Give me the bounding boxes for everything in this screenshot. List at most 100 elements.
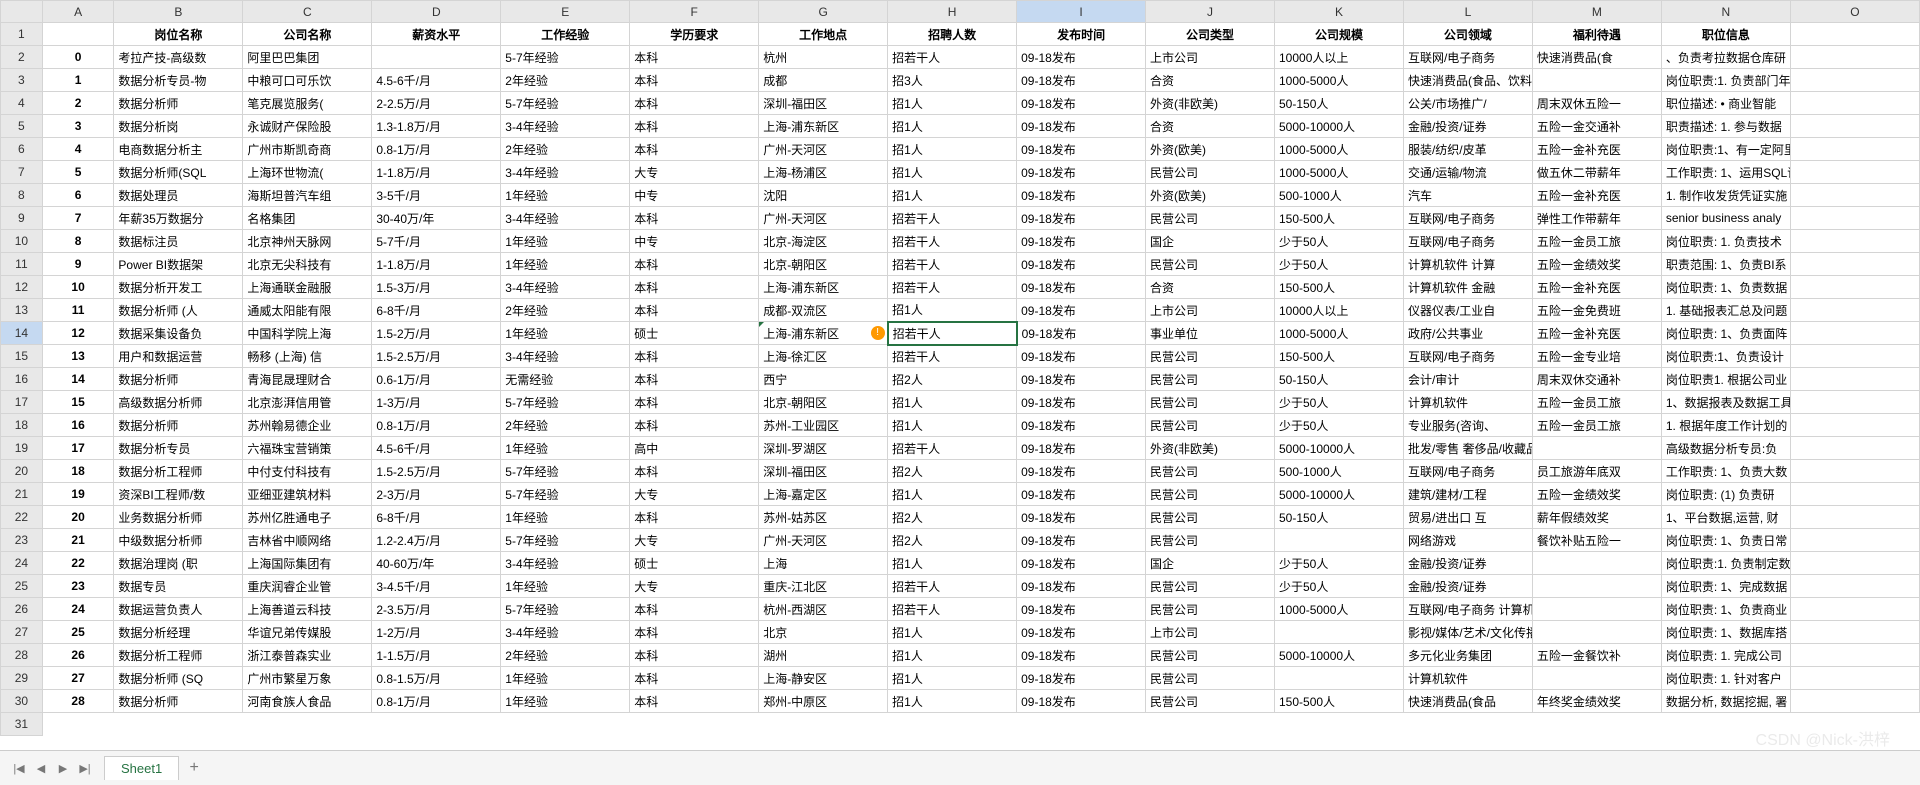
cell[interactable]: 网络游戏 <box>1403 529 1532 552</box>
cell[interactable]: 5-7年经验 <box>501 529 630 552</box>
cell[interactable]: 招2人 <box>888 506 1017 529</box>
cell[interactable]: 民营公司 <box>1146 414 1275 437</box>
cell[interactable]: 岗位职责: 1. 负责技术 <box>1661 230 1790 253</box>
cell[interactable]: 互联网/电子商务 计算机软件 <box>1403 598 1532 621</box>
cell[interactable]: 计算机软件 计算 <box>1403 253 1532 276</box>
cell[interactable]: 1. 制作收发货凭证实施 <box>1661 184 1790 207</box>
cell[interactable]: 5000-10000人 <box>1275 437 1404 460</box>
column-header-N[interactable]: N <box>1661 1 1790 23</box>
cell[interactable]: 2-3万/月 <box>372 483 501 506</box>
cell[interactable] <box>1790 69 1919 92</box>
cell[interactable]: 上市公司 <box>1146 46 1275 69</box>
cell[interactable]: 招1人 <box>888 690 1017 713</box>
cell[interactable]: 五险一金补充医 <box>1532 184 1661 207</box>
cell[interactable]: 成都-双流区 <box>759 299 888 322</box>
column-header-M[interactable]: M <box>1532 1 1661 23</box>
cell[interactable]: 事业单位 <box>1146 322 1275 345</box>
cell[interactable]: 1年经验 <box>501 575 630 598</box>
cell[interactable] <box>1790 506 1919 529</box>
cell[interactable]: 0.8-1万/月 <box>372 690 501 713</box>
cell[interactable]: 会计/审计 <box>1403 368 1532 391</box>
cell[interactable]: 招若干人 <box>888 437 1017 460</box>
cell[interactable]: 本科 <box>630 460 759 483</box>
cell[interactable]: 汽车 <box>1403 184 1532 207</box>
cell[interactable]: 5000-10000人 <box>1275 115 1404 138</box>
cell[interactable]: 周末双休五险一 <box>1532 92 1661 115</box>
cell[interactable] <box>1790 322 1919 345</box>
cell[interactable] <box>1532 621 1661 644</box>
cell[interactable] <box>1532 69 1661 92</box>
cell[interactable]: 30-40万/年 <box>372 207 501 230</box>
cell[interactable]: senior business analy <box>1661 207 1790 230</box>
cell[interactable]: 快速消费品(食品、饮料、化妆品 <box>1403 69 1532 92</box>
cell[interactable]: 数据分析师 <box>114 92 243 115</box>
header-cell[interactable] <box>1790 23 1919 46</box>
cell[interactable]: 合资 <box>1146 276 1275 299</box>
cell[interactable]: 1000-5000人 <box>1275 69 1404 92</box>
cell[interactable]: 2 <box>42 92 114 115</box>
column-header-A[interactable]: A <box>42 1 114 23</box>
cell[interactable]: 外资(欧美) <box>1146 138 1275 161</box>
cell[interactable]: 招1人 <box>888 621 1017 644</box>
cell[interactable]: 数据运营负责人 <box>114 598 243 621</box>
cell[interactable]: 五险一金补充医 <box>1532 322 1661 345</box>
cell[interactable]: 上市公司 <box>1146 299 1275 322</box>
cell[interactable]: 浙江泰普森实业 <box>243 644 372 667</box>
cell[interactable]: 上市公司 <box>1146 621 1275 644</box>
cell[interactable] <box>1532 552 1661 575</box>
cell[interactable]: 北京-朝阳区 <box>759 253 888 276</box>
cell[interactable]: 09-18发布 <box>1017 322 1146 345</box>
cell[interactable]: 招2人 <box>888 529 1017 552</box>
row-header-6[interactable]: 6 <box>1 138 43 161</box>
add-sheet-button[interactable]: + <box>183 757 205 779</box>
cell[interactable]: 2-3.5万/月 <box>372 598 501 621</box>
cell[interactable]: 郑州-中原区 <box>759 690 888 713</box>
first-sheet-button[interactable]: |◀ <box>8 757 30 779</box>
row-header-21[interactable]: 21 <box>1 483 43 506</box>
cell[interactable]: 苏州亿胜通电子 <box>243 506 372 529</box>
cell[interactable]: 快速消费品(食 <box>1532 46 1661 69</box>
cell[interactable]: 工作职责: 1、负责大数 <box>1661 460 1790 483</box>
cell[interactable]: 弹性工作带薪年 <box>1532 207 1661 230</box>
cell[interactable]: 数据处理员 <box>114 184 243 207</box>
cell[interactable]: 19 <box>42 483 114 506</box>
cell[interactable] <box>1532 667 1661 690</box>
cell[interactable]: 职责范围: 1、负责BI系 <box>1661 253 1790 276</box>
cell[interactable]: 数据分析师 <box>114 690 243 713</box>
cell[interactable]: 合资 <box>1146 115 1275 138</box>
row-header-30[interactable]: 30 <box>1 690 43 713</box>
cell[interactable] <box>1790 161 1919 184</box>
cell[interactable]: 五险一金绩效奖 <box>1532 483 1661 506</box>
cell[interactable]: 1-3万/月 <box>372 391 501 414</box>
cell[interactable]: 互联网/电子商务 <box>1403 230 1532 253</box>
cell[interactable]: 北京神州天脉网 <box>243 230 372 253</box>
cell[interactable]: 3-4年经验 <box>501 345 630 368</box>
cell[interactable]: 硕士 <box>630 322 759 345</box>
cell[interactable]: 数据标注员 <box>114 230 243 253</box>
cell[interactable]: 民营公司 <box>1146 529 1275 552</box>
cell[interactable]: 09-18发布 <box>1017 138 1146 161</box>
cell[interactable]: 数据分析工程师 <box>114 460 243 483</box>
cell[interactable]: 民营公司 <box>1146 690 1275 713</box>
cell[interactable]: 批发/零售 奢侈品/收藏品/工艺品 <box>1403 437 1532 460</box>
cell[interactable]: 本科 <box>630 391 759 414</box>
cell[interactable]: 25 <box>42 621 114 644</box>
cell[interactable]: 招若干人 <box>888 575 1017 598</box>
cell[interactable]: 3 <box>42 115 114 138</box>
header-cell[interactable]: 工作地点 <box>759 23 888 46</box>
cell[interactable]: 招2人 <box>888 368 1017 391</box>
row-header-24[interactable]: 24 <box>1 552 43 575</box>
cell[interactable]: 招1人 <box>888 184 1017 207</box>
cell[interactable]: 500-1000人 <box>1275 460 1404 483</box>
cell[interactable]: 五险一金员工旅 <box>1532 230 1661 253</box>
cell[interactable]: 北京 <box>759 621 888 644</box>
cell[interactable]: 岗位职责: 1、数据库搭 <box>1661 621 1790 644</box>
cell[interactable]: 广州-天河区 <box>759 207 888 230</box>
cell[interactable] <box>1532 598 1661 621</box>
cell[interactable]: 3-4.5千/月 <box>372 575 501 598</box>
spreadsheet-grid[interactable]: ABCDEFGHIJKLMNO 1岗位名称公司名称薪资水平工作经验学历要求工作地… <box>0 0 1920 736</box>
cell[interactable]: 苏州翰易德企业 <box>243 414 372 437</box>
cell[interactable]: 0.8-1万/月 <box>372 414 501 437</box>
cell[interactable]: 五险一金员工旅 <box>1532 414 1661 437</box>
cell[interactable]: 高中 <box>630 437 759 460</box>
